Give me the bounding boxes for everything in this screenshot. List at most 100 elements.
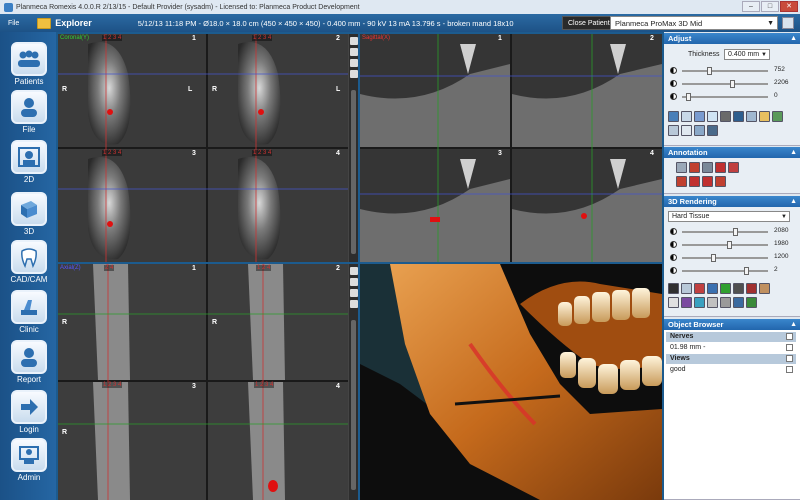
rendering-slider[interactable] [682,267,768,275]
object-item-row[interactable]: good [666,365,796,375]
adjust-tool-icon[interactable] [733,111,744,122]
rendering-slider[interactable] [682,241,768,249]
object-browser-header[interactable]: Object Browser ▲ [664,319,800,330]
object-item-row[interactable]: 01.98 mm - [666,343,796,353]
object-group-row[interactable]: Views [666,354,796,364]
rendering-tool-icon[interactable] [746,297,757,308]
collapse-icon[interactable]: ▲ [790,196,797,207]
rendering-tool-icon[interactable] [694,297,705,308]
annotation-tool-icon[interactable] [689,176,700,187]
thickness-select[interactable]: 0.400 mm ▼ [724,49,770,60]
sidebar-item-login[interactable]: Login [6,390,52,434]
sidebar-item-2d[interactable]: 2D [6,140,52,184]
slider-thumb[interactable] [729,80,735,88]
layout-icon[interactable] [349,37,358,45]
3d-render-viewport[interactable] [360,264,662,500]
maximize-button[interactable]: □ [761,1,779,12]
explorer-module[interactable]: Explorer [37,17,92,29]
rendering-tool-icon[interactable] [694,283,705,294]
camera-icon[interactable] [349,59,358,67]
warning-icon[interactable] [349,278,358,286]
adjust-tool-icon[interactable] [746,111,757,122]
rendering-tool-icon[interactable] [733,297,744,308]
eye-icon[interactable] [349,70,358,78]
rendering-tool-icon[interactable] [681,283,692,294]
rendering-tool-icon[interactable] [681,297,692,308]
sidebar-item-3d[interactable]: 3D [6,192,52,236]
collapse-icon[interactable]: ▲ [790,33,797,44]
axial-scrollbar[interactable] [351,320,356,490]
adjust-tool-icon[interactable] [759,111,770,122]
slider-thumb[interactable] [686,93,692,101]
adjust-tool-icon[interactable] [668,111,679,122]
file-menu[interactable]: File [0,20,27,27]
adjust-tool-icon[interactable] [681,125,692,136]
visibility-checkbox[interactable] [786,333,793,340]
axial-viewport[interactable]: Axial(Z) 2 4 1 2 4 1 2 3 4 1 2 3 4 1 2 3… [58,264,358,500]
device-select[interactable]: Planmeca ProMax 3D Mid ▼ [610,16,778,30]
coronal-viewport[interactable]: Coronal(Y) 1 2 3 4 1 2 3 4 1 2 3 4 1 2 3… [58,34,358,262]
rendering-mode-select[interactable]: Hard Tissue ▼ [668,211,790,222]
coronal-scrollbar[interactable] [351,90,356,254]
adjust-panel-header[interactable]: Adjust ▲ [664,33,800,44]
close-window-button[interactable]: ✕ [780,1,798,12]
visibility-checkbox[interactable] [786,366,793,373]
sidebar-item-admin[interactable]: Admin [6,438,52,482]
warning-icon[interactable] [349,48,358,56]
adjust-slider[interactable] [682,93,768,101]
rendering-tool-icon[interactable] [668,297,679,308]
camera-icon[interactable] [349,289,358,297]
rendering-tool-icon[interactable] [668,283,679,294]
annotation-tool-icon[interactable] [715,176,726,187]
adjust-tool-icon[interactable] [668,125,679,136]
collapse-icon[interactable]: ▲ [790,147,797,158]
rendering-tool-icon[interactable] [707,283,718,294]
sidebar-item-patients[interactable]: Patients [6,42,52,86]
rendering-tool-icon[interactable] [707,297,718,308]
annotation-tool-icon[interactable] [689,162,700,173]
slider-thumb[interactable] [710,254,716,262]
sidebar-item-cadcam[interactable]: CAD/CAM [6,240,52,284]
adjust-tool-icon[interactable] [694,111,705,122]
sidebar-item-report[interactable]: Report [6,340,52,384]
rendering-tool-icon[interactable] [733,283,744,294]
sagittal-viewport[interactable]: Sagittal(X) 1 2 3 4 [360,34,662,262]
annotation-tool-icon[interactable] [702,176,713,187]
annotation-tool-icon[interactable] [728,162,739,173]
adjust-tool-icon[interactable] [772,111,783,122]
panel-toggle-button[interactable] [782,17,794,29]
adjust-slider[interactable] [682,67,768,75]
layout-icon[interactable] [349,267,358,275]
slider-thumb[interactable] [706,67,712,75]
adjust-tool-icon[interactable] [707,125,718,136]
annotation-tool-icon[interactable] [715,162,726,173]
annotation-panel-header[interactable]: Annotation ▲ [664,147,800,158]
annotation-tool-icon[interactable] [676,176,687,187]
collapse-icon[interactable]: ▲ [790,319,797,330]
rendering-tool-icon[interactable] [759,283,770,294]
visibility-checkbox[interactable] [786,344,793,351]
close-patient-button[interactable]: Close Patient [562,16,616,30]
eye-icon[interactable] [349,300,358,308]
annotation-tool-icon[interactable] [676,162,687,173]
object-group-row[interactable]: Nerves [666,332,796,342]
rendering-slider[interactable] [682,254,768,262]
rendering-tool-icon[interactable] [746,283,757,294]
adjust-tool-icon[interactable] [707,111,718,122]
slider-thumb[interactable] [743,267,749,275]
minimize-button[interactable]: – [742,1,760,12]
adjust-slider[interactable] [682,80,768,88]
rendering-tool-icon[interactable] [720,297,731,308]
rendering-slider[interactable] [682,228,768,236]
adjust-tool-icon[interactable] [681,111,692,122]
adjust-tool-icon[interactable] [720,111,731,122]
visibility-checkbox[interactable] [786,355,793,362]
annotation-tool-icon[interactable] [702,162,713,173]
sidebar-item-clinic[interactable]: Clinic [6,290,52,334]
slider-thumb[interactable] [732,228,738,236]
adjust-tool-icon[interactable] [694,125,705,136]
sidebar-item-file[interactable]: File [6,90,52,134]
rendering-tool-icon[interactable] [720,283,731,294]
slider-thumb[interactable] [727,241,733,249]
rendering-panel-header[interactable]: 3D Rendering ▲ [664,196,800,207]
